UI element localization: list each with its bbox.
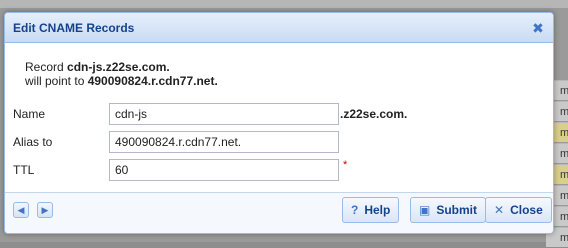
dialog-title: Edit CNAME Records bbox=[13, 20, 135, 35]
arrow-right-icon: ▶ bbox=[41, 205, 49, 215]
edit-cname-dialog: Edit CNAME Records ✖ Record cdn-js.z22se… bbox=[4, 12, 554, 234]
dialog-titlebar[interactable]: Edit CNAME Records ✖ bbox=[5, 13, 553, 43]
prev-record-button[interactable]: ◀ bbox=[13, 202, 29, 218]
arrow-left-icon: ◀ bbox=[17, 205, 25, 215]
name-label: Name bbox=[13, 107, 46, 121]
domain-suffix: .z22se.com. bbox=[340, 107, 408, 121]
submit-button[interactable]: ▣ Submit bbox=[410, 197, 487, 223]
record-info-line2: will point to 490090824.r.cdn77.net. bbox=[25, 74, 218, 88]
dialog-footer: ◀ ▶ ? Help ▣ Submit ✕ Close bbox=[5, 192, 553, 233]
help-button[interactable]: ? Help bbox=[342, 197, 400, 223]
close-button[interactable]: ✕ Close bbox=[485, 197, 552, 223]
next-record-button[interactable]: ▶ bbox=[37, 202, 53, 218]
record-prefix: Record bbox=[25, 60, 68, 74]
alias-label: Alias to bbox=[13, 135, 53, 149]
required-marker: * bbox=[343, 159, 348, 171]
name-input[interactable] bbox=[109, 103, 339, 125]
ttl-row: TTL * bbox=[13, 158, 347, 182]
save-icon: ▣ bbox=[419, 203, 431, 217]
dialog-body: Record cdn-js.z22se.com. will point to 4… bbox=[5, 43, 553, 193]
record-target: 490090824.r.cdn77.net. bbox=[87, 74, 218, 88]
help-icon: ? bbox=[351, 203, 359, 217]
ttl-label: TTL bbox=[13, 163, 35, 177]
ttl-input[interactable] bbox=[109, 159, 339, 181]
help-button-label: Help bbox=[364, 203, 391, 217]
record-info-line1: Record cdn-js.z22se.com. bbox=[25, 60, 218, 74]
close-icon: ✕ bbox=[494, 203, 505, 217]
record-info: Record cdn-js.z22se.com. will point to 4… bbox=[25, 60, 218, 88]
alias-input[interactable] bbox=[109, 131, 339, 153]
alias-row: Alias to bbox=[13, 130, 339, 154]
close-button-label: Close bbox=[510, 203, 543, 217]
submit-button-label: Submit bbox=[436, 203, 478, 217]
name-row: Name .z22se.com. bbox=[13, 102, 407, 126]
close-icon[interactable]: ✖ bbox=[531, 21, 545, 35]
background-header bbox=[0, 0, 568, 8]
target-prefix: will point to bbox=[25, 74, 88, 88]
record-name: cdn-js.z22se.com. bbox=[67, 60, 170, 74]
